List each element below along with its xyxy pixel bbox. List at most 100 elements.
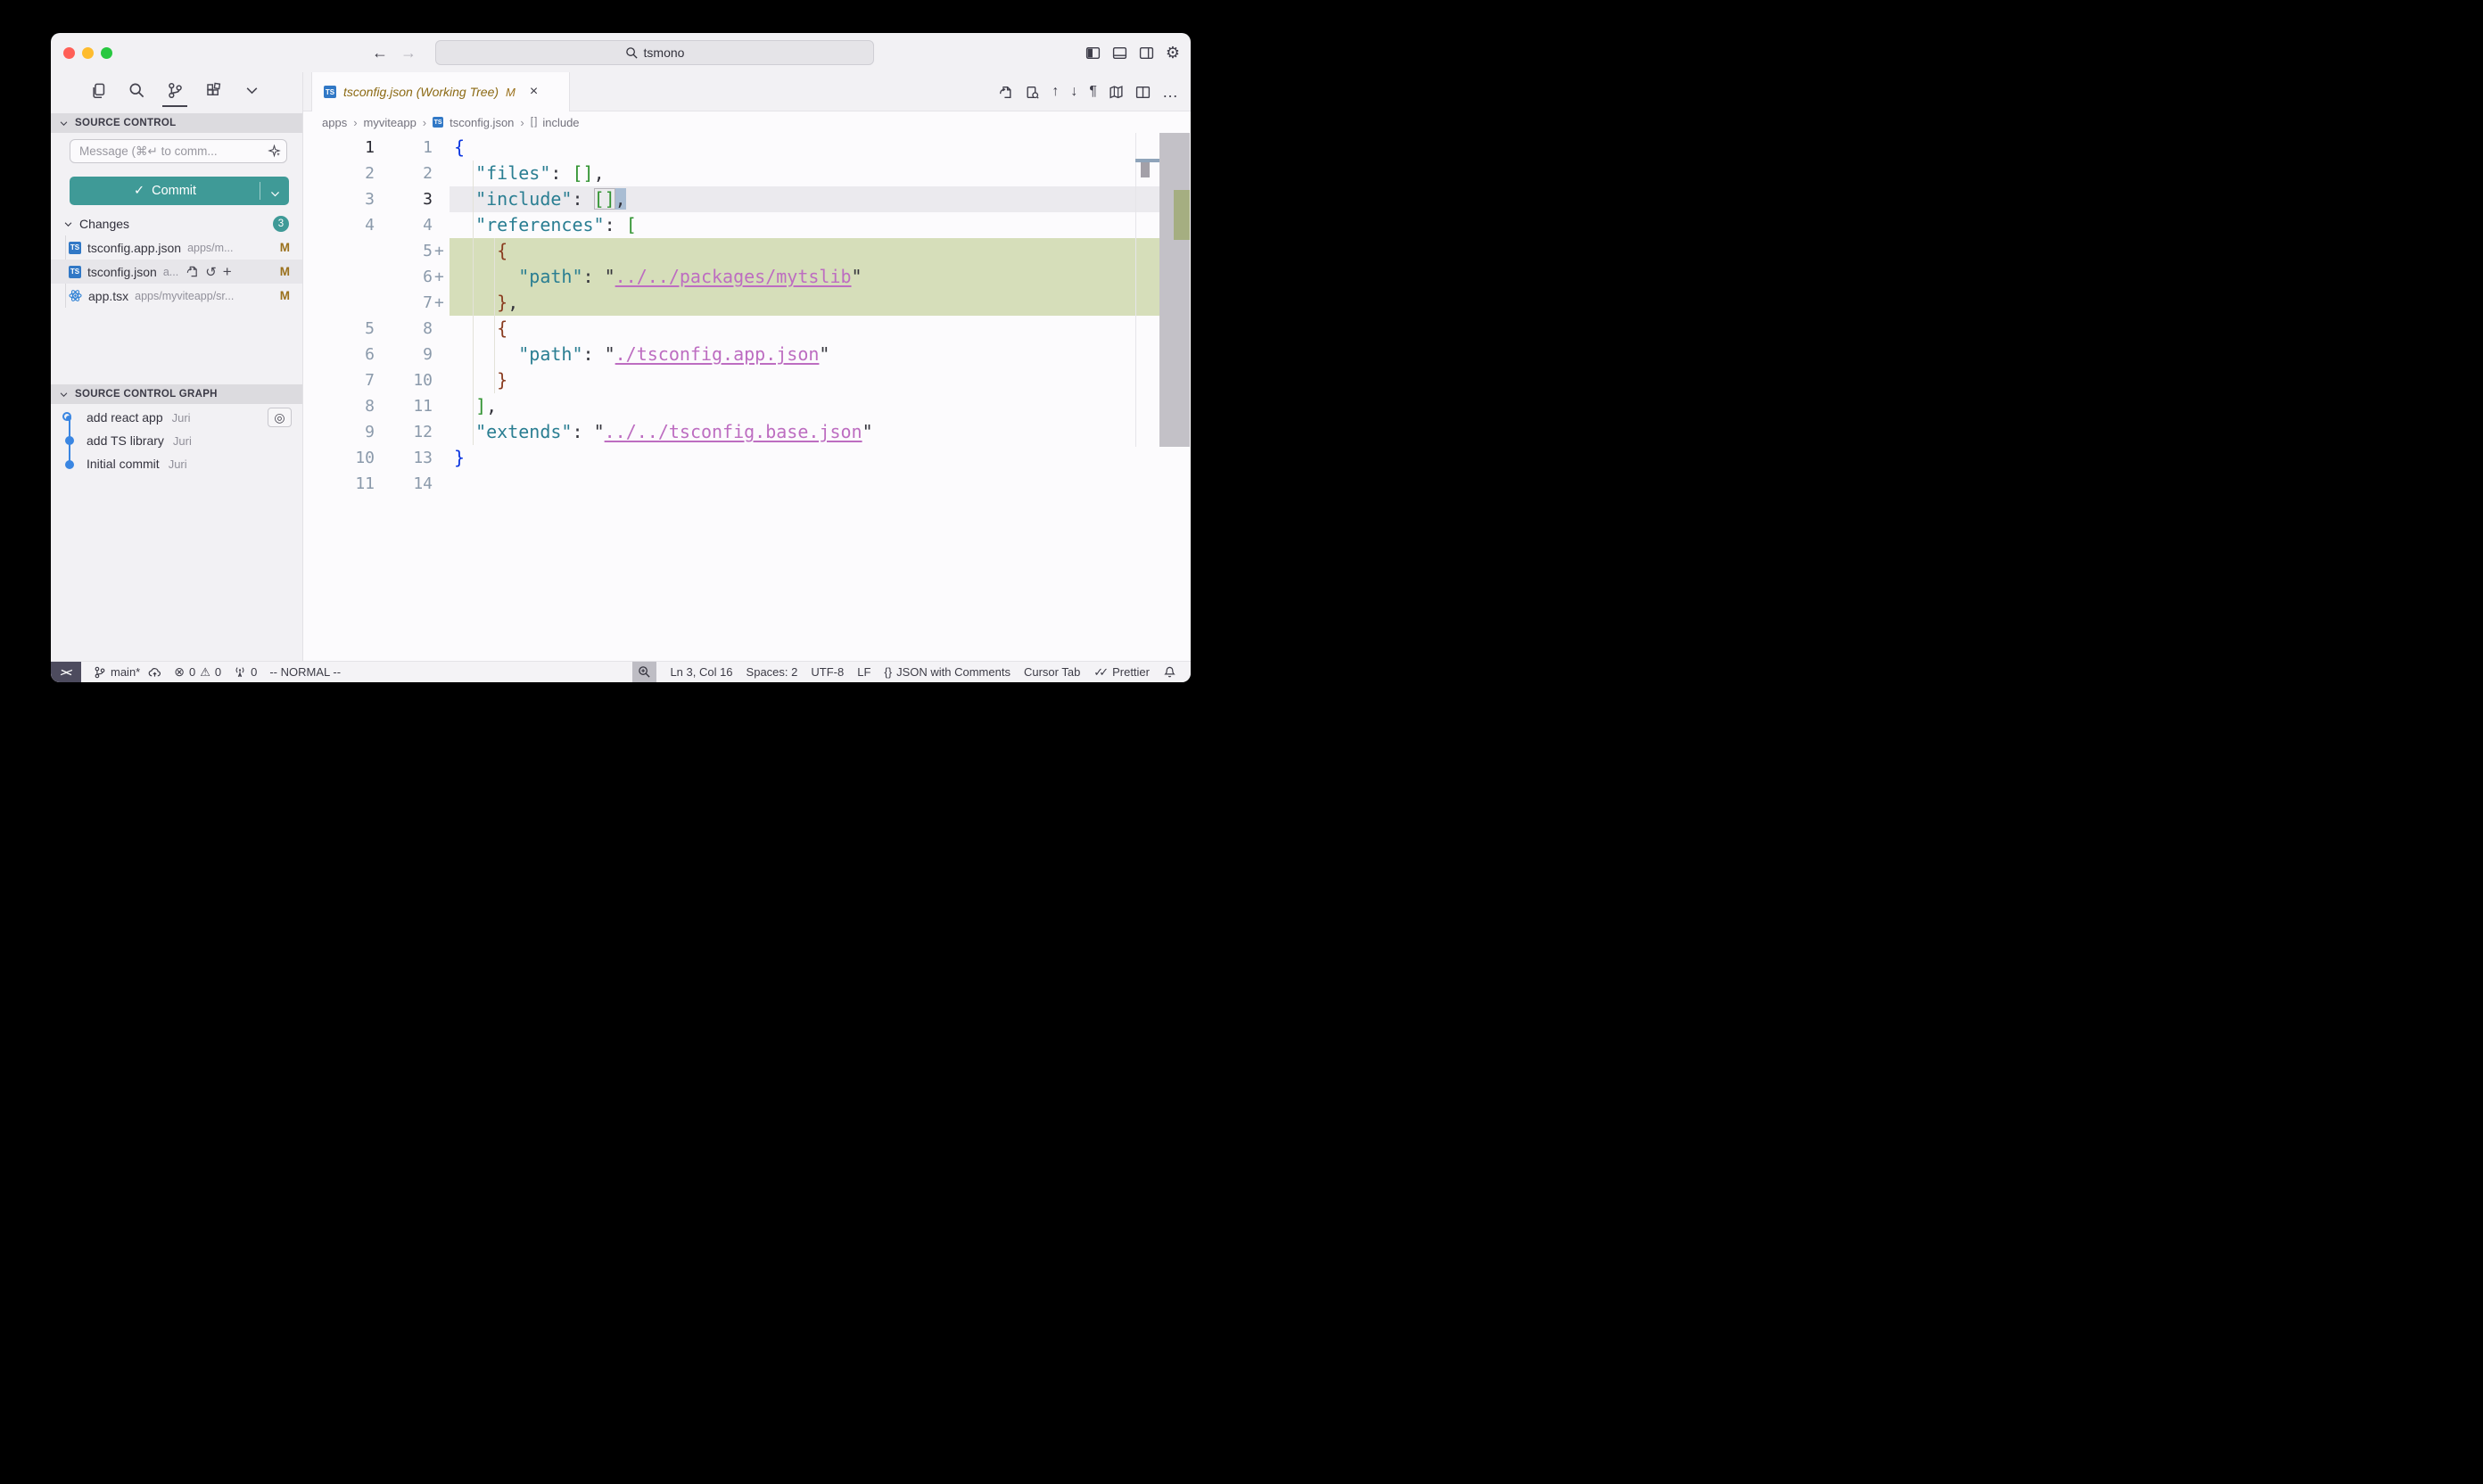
indentation-item[interactable]: Spaces: 2 bbox=[747, 665, 798, 679]
editor-scrollbar[interactable] bbox=[1159, 133, 1190, 447]
breadcrumb-item[interactable]: apps bbox=[322, 116, 347, 129]
overview-added-marker bbox=[1174, 190, 1190, 240]
commit-row[interactable]: add react app Juri bbox=[51, 406, 302, 429]
problems-status-item[interactable]: ⊗ 0 ⚠ 0 bbox=[174, 664, 221, 680]
notifications-bell-icon[interactable] bbox=[1163, 665, 1176, 679]
file-link[interactable]: ../../packages/mytslib bbox=[615, 266, 852, 287]
vim-mode-indicator[interactable]: -- NORMAL -- bbox=[269, 665, 341, 679]
source-control-icon[interactable] bbox=[162, 78, 187, 103]
cursor-position-item[interactable]: Ln 3, Col 16 bbox=[670, 665, 732, 679]
settings-gear-icon[interactable]: ⚙ bbox=[1166, 45, 1180, 61]
activity-bar bbox=[86, 78, 264, 103]
encoding-item[interactable]: UTF-8 bbox=[811, 665, 844, 679]
code-line-added[interactable]: 7 + }, bbox=[303, 290, 1191, 316]
split-editor-icon[interactable] bbox=[1135, 85, 1151, 100]
code-line[interactable]: 9 12 "extends": "../../tsconfig.base.jso… bbox=[303, 419, 1191, 445]
code-line[interactable]: 11 14 bbox=[303, 471, 1191, 497]
section-title: SOURCE CONTROL GRAPH bbox=[75, 389, 218, 400]
line-number-original: 11 bbox=[303, 471, 375, 497]
eol-item[interactable]: LF bbox=[857, 665, 870, 679]
cursor-tab-item[interactable]: Cursor Tab bbox=[1024, 665, 1080, 679]
commit-row[interactable]: add TS library Juri bbox=[51, 429, 302, 452]
indentation-text: Spaces: 2 bbox=[747, 665, 798, 679]
diff-editor[interactable]: 1 1 { 2 2 "files": [], 3 bbox=[303, 133, 1191, 661]
explorer-icon[interactable] bbox=[86, 78, 111, 103]
changes-count-badge: 3 bbox=[273, 216, 289, 232]
line-number-modified: 3 bbox=[375, 186, 433, 212]
line-number-original: 10 bbox=[303, 445, 375, 471]
line-number-original: 4 bbox=[303, 212, 375, 238]
remote-indicator[interactable]: >< bbox=[51, 662, 81, 683]
navigate-back-icon[interactable]: ← bbox=[372, 44, 388, 62]
file-link[interactable]: ../../tsconfig.base.json bbox=[605, 421, 862, 442]
commit-dropdown-icon[interactable] bbox=[269, 188, 281, 200]
minimize-window-button[interactable] bbox=[82, 47, 94, 59]
goto-current-commit-button[interactable]: ◎ bbox=[268, 408, 292, 427]
changes-group-header[interactable]: Changes 3 bbox=[51, 213, 302, 235]
sync-cloud-icon[interactable] bbox=[148, 665, 161, 679]
tab-tsconfig-working-tree[interactable]: TS tsconfig.json (Working Tree) M × bbox=[311, 72, 570, 111]
commit-message-input[interactable] bbox=[70, 139, 287, 163]
code-line[interactable]: 2 2 "files": [], bbox=[303, 161, 1191, 186]
encoding-text: UTF-8 bbox=[811, 665, 844, 679]
code-line[interactable]: 8 11 ], bbox=[303, 393, 1191, 419]
extensions-icon[interactable] bbox=[201, 78, 226, 103]
previous-change-icon[interactable]: ↑ bbox=[1052, 85, 1059, 99]
more-actions-icon[interactable]: … bbox=[1162, 84, 1178, 100]
open-file-icon[interactable] bbox=[186, 265, 199, 278]
command-center-search[interactable]: tsmono bbox=[435, 40, 874, 65]
close-window-button[interactable] bbox=[63, 47, 75, 59]
navigate-forward-icon[interactable]: → bbox=[400, 44, 417, 62]
code-line[interactable]: 5 8 { bbox=[303, 316, 1191, 342]
commit-row[interactable]: Initial commit Juri bbox=[51, 452, 302, 475]
breadcrumb-item[interactable]: myviteapp bbox=[364, 116, 417, 129]
toggle-secondary-sidebar-icon[interactable] bbox=[1139, 45, 1154, 61]
cursor-position-text: Ln 3, Col 16 bbox=[670, 665, 732, 679]
discard-changes-icon[interactable]: ↺ bbox=[205, 264, 217, 280]
changed-file-row[interactable]: TS tsconfig.json a... ↺ + M bbox=[51, 260, 302, 284]
code-line[interactable]: 3 3 "include": [], bbox=[303, 186, 1191, 212]
more-views-chevron-icon[interactable] bbox=[239, 78, 264, 103]
map-view-icon[interactable] bbox=[1109, 85, 1124, 100]
source-control-section-header[interactable]: SOURCE CONTROL bbox=[51, 113, 302, 133]
file-path: a... bbox=[163, 266, 178, 278]
open-file-icon[interactable] bbox=[998, 85, 1013, 100]
file-link[interactable]: ./tsconfig.app.json bbox=[615, 343, 820, 365]
code-line-added[interactable]: 5 + { bbox=[303, 238, 1191, 264]
section-title: SOURCE CONTROL bbox=[75, 118, 176, 128]
search-view-icon[interactable] bbox=[124, 78, 149, 103]
toggle-panel-icon[interactable] bbox=[1112, 45, 1127, 61]
breadcrumb-item[interactable]: include bbox=[542, 116, 579, 129]
zoom-indicator[interactable] bbox=[632, 662, 656, 683]
changed-file-row[interactable]: TS tsconfig.app.json apps/m... M bbox=[51, 235, 302, 260]
code-line[interactable]: 6 9 "path": "./tsconfig.app.json" bbox=[303, 342, 1191, 367]
sparkle-ai-icon[interactable] bbox=[268, 144, 281, 158]
ports-status-item[interactable]: 0 bbox=[234, 665, 257, 679]
breadcrumb-item[interactable]: tsconfig.json bbox=[450, 116, 514, 129]
active-view-underline bbox=[162, 105, 187, 107]
code-line-added[interactable]: 6 + "path": "../../packages/mytslib" bbox=[303, 264, 1191, 290]
code-line[interactable]: 7 10 } bbox=[303, 367, 1191, 393]
changed-file-row[interactable]: app.tsx apps/myviteapp/sr... M bbox=[51, 284, 302, 308]
branch-status-item[interactable]: main* bbox=[94, 665, 161, 679]
commit-button[interactable]: ✓ Commit bbox=[70, 177, 289, 205]
stage-changes-icon[interactable]: + bbox=[223, 263, 232, 281]
next-change-icon[interactable]: ↓ bbox=[1070, 85, 1077, 99]
code-line[interactable]: 1 1 { bbox=[303, 135, 1191, 161]
compare-changes-icon[interactable] bbox=[1025, 85, 1040, 100]
zoom-magnifier-icon bbox=[638, 665, 651, 679]
whitespace-toggle-icon[interactable]: ¶ bbox=[1089, 85, 1097, 99]
overview-ruler-border bbox=[1135, 133, 1136, 447]
code-line[interactable]: 10 13 } bbox=[303, 445, 1191, 471]
formatter-item[interactable]: ✓✓ Prettier bbox=[1093, 665, 1150, 680]
language-mode-item[interactable]: {} JSON with Comments bbox=[884, 665, 1011, 679]
code-line[interactable]: 4 4 "references": [ bbox=[303, 212, 1191, 238]
maximize-window-button[interactable] bbox=[101, 47, 112, 59]
warning-count: 0 bbox=[215, 665, 221, 679]
tab-label: tsconfig.json (Working Tree) bbox=[343, 85, 499, 99]
toggle-primary-sidebar-icon[interactable] bbox=[1085, 45, 1101, 61]
close-tab-icon[interactable]: × bbox=[530, 84, 538, 100]
target-icon: ◎ bbox=[274, 410, 285, 425]
source-control-graph-header[interactable]: SOURCE CONTROL GRAPH bbox=[51, 384, 302, 404]
warning-icon: ⚠ bbox=[200, 665, 210, 680]
